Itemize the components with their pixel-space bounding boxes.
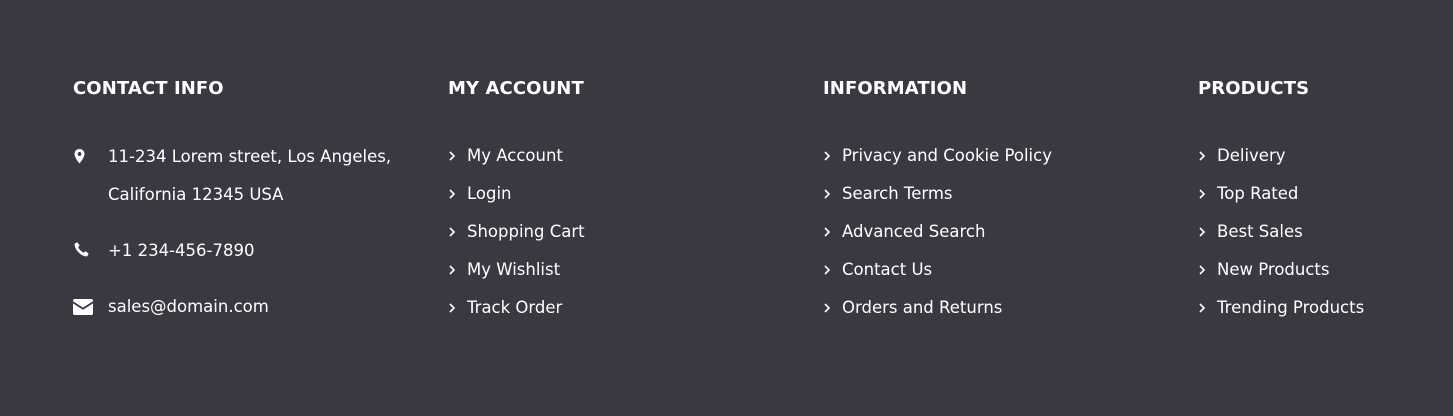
chevron-right-icon <box>824 189 831 199</box>
link-label[interactable]: Top Rated <box>1217 184 1298 203</box>
chevron-right-icon <box>449 189 456 199</box>
products-links: Delivery Top Rated Best Sales New Produc… <box>1198 137 1438 327</box>
link-label[interactable]: Delivery <box>1217 146 1286 165</box>
information-links: Privacy and Cookie Policy Search Terms A… <box>823 137 1163 327</box>
phone-number[interactable]: +1 234-456-7890 <box>108 241 254 260</box>
envelope-icon <box>73 299 93 315</box>
address-line-2: California 12345 USA <box>108 185 284 204</box>
link-track-order[interactable]: Track Order <box>448 289 788 327</box>
link-delivery[interactable]: Delivery <box>1198 137 1438 175</box>
link-my-wishlist[interactable]: My Wishlist <box>448 251 788 289</box>
chevron-right-icon <box>1199 303 1206 313</box>
link-orders-returns[interactable]: Orders and Returns <box>823 289 1163 327</box>
link-label[interactable]: My Wishlist <box>467 260 560 279</box>
chevron-right-icon <box>1199 227 1206 237</box>
link-label[interactable]: Search Terms <box>842 184 953 203</box>
link-contact-us[interactable]: Contact Us <box>823 251 1163 289</box>
link-top-rated[interactable]: Top Rated <box>1198 175 1438 213</box>
my-account-column: MY ACCOUNT My Account Login Shopping Car… <box>448 78 788 327</box>
link-trending-products[interactable]: Trending Products <box>1198 289 1438 327</box>
chevron-right-icon <box>1199 189 1206 199</box>
chevron-right-icon <box>824 227 831 237</box>
link-label[interactable]: Contact Us <box>842 260 932 279</box>
link-label[interactable]: My Account <box>467 146 563 165</box>
link-label[interactable]: Privacy and Cookie Policy <box>842 146 1052 165</box>
chevron-right-icon <box>824 303 831 313</box>
my-account-links: My Account Login Shopping Cart My Wishli… <box>448 137 788 327</box>
my-account-heading: MY ACCOUNT <box>448 78 584 99</box>
chevron-right-icon <box>449 151 456 161</box>
products-column: PRODUCTS Delivery Top Rated Best Sales N… <box>1198 78 1438 327</box>
contact-info-column: CONTACT INFO 11-234 Lorem street, Los An… <box>73 78 413 326</box>
link-label[interactable]: Trending Products <box>1217 298 1364 317</box>
contact-address: 11-234 Lorem street, Los Angeles, Califo… <box>73 138 413 214</box>
chevron-right-icon <box>824 151 831 161</box>
link-shopping-cart[interactable]: Shopping Cart <box>448 213 788 251</box>
link-search-terms[interactable]: Search Terms <box>823 175 1163 213</box>
link-best-sales[interactable]: Best Sales <box>1198 213 1438 251</box>
link-my-account[interactable]: My Account <box>448 137 788 175</box>
link-new-products[interactable]: New Products <box>1198 251 1438 289</box>
link-label[interactable]: Best Sales <box>1217 222 1303 241</box>
phone-icon <box>74 242 89 257</box>
link-login[interactable]: Login <box>448 175 788 213</box>
link-label[interactable]: Advanced Search <box>842 222 985 241</box>
contact-info-heading: CONTACT INFO <box>73 78 224 99</box>
contact-phone[interactable]: +1 234-456-7890 <box>73 232 413 270</box>
address-line-1: 11-234 Lorem street, Los Angeles, <box>108 147 392 166</box>
email-address[interactable]: sales@domain.com <box>108 297 269 316</box>
chevron-right-icon <box>824 265 831 275</box>
link-label[interactable]: Login <box>467 184 512 203</box>
chevron-right-icon <box>449 227 456 237</box>
chevron-right-icon <box>1199 265 1206 275</box>
link-label[interactable]: Shopping Cart <box>467 222 585 241</box>
chevron-right-icon <box>1199 151 1206 161</box>
link-label[interactable]: Orders and Returns <box>842 298 1002 317</box>
products-heading: PRODUCTS <box>1198 78 1310 99</box>
information-column: INFORMATION Privacy and Cookie Policy Se… <box>823 78 1163 327</box>
link-advanced-search[interactable]: Advanced Search <box>823 213 1163 251</box>
link-label[interactable]: New Products <box>1217 260 1329 279</box>
contact-list: 11-234 Lorem street, Los Angeles, Califo… <box>73 138 413 326</box>
information-heading: INFORMATION <box>823 78 968 99</box>
link-label[interactable]: Track Order <box>467 298 562 317</box>
link-privacy-policy[interactable]: Privacy and Cookie Policy <box>823 137 1163 175</box>
chevron-right-icon <box>449 303 456 313</box>
site-footer: CONTACT INFO 11-234 Lorem street, Los An… <box>0 0 1453 416</box>
contact-email[interactable]: sales@domain.com <box>73 288 413 326</box>
map-pin-icon <box>74 149 85 164</box>
chevron-right-icon <box>449 265 456 275</box>
